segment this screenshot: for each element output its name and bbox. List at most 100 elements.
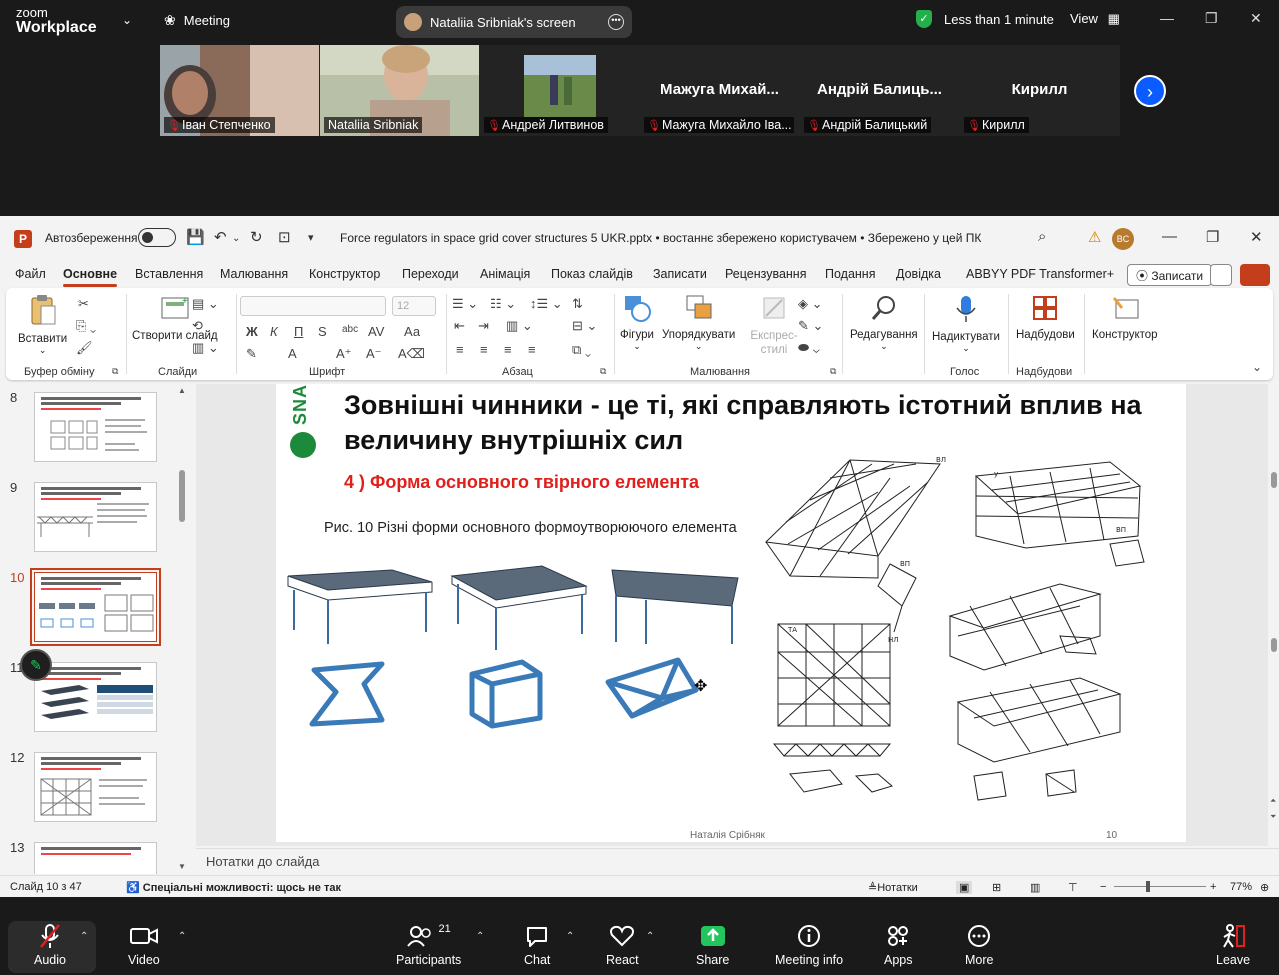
figure-caption[interactable]: Рис. 10 Різні форми основного формоутвор… [324, 518, 744, 538]
tab-insert[interactable]: Вставлення [135, 267, 203, 281]
designer-button[interactable]: Конструктор [1092, 294, 1158, 341]
paste-button[interactable]: Вставити ⌄ [18, 294, 67, 356]
zoom-out-icon[interactable]: − [1100, 881, 1106, 893]
align-right-icon[interactable]: ≡ [504, 342, 512, 357]
slide-thumbnail[interactable] [34, 482, 157, 552]
dialog-launcher-icon[interactable]: ⧉ [600, 366, 606, 377]
tab-transitions[interactable]: Переходи [402, 267, 459, 281]
save-icon[interactable]: 💾 [186, 228, 205, 246]
shapes-button[interactable]: Фігури ⌄ [620, 294, 654, 352]
shape-fill-icon[interactable]: ◈ ⌄ [798, 296, 823, 312]
slide-thumbnail[interactable] [34, 842, 157, 874]
align-text-icon[interactable]: ⊟ ⌄ [572, 318, 597, 334]
shadow-icon[interactable]: S [318, 324, 327, 339]
slideshow-icon[interactable]: ⊤ [1068, 881, 1078, 894]
collapse-ribbon-icon[interactable]: ⌄ [1252, 360, 1262, 374]
chevron-up-icon[interactable]: ⌃ [80, 931, 88, 942]
grow-font-icon[interactable]: A⁺ [336, 346, 352, 362]
decrease-indent-icon[interactable]: ⇤ [454, 318, 465, 334]
scroll-thumb[interactable] [1271, 638, 1277, 652]
strikethrough-icon[interactable]: abc [342, 324, 358, 335]
participant-tile[interactable]: Андрій Балиць... 🎙 Андрій Балицький [800, 45, 959, 136]
record-button[interactable]: ⦿ Записати [1127, 264, 1213, 286]
fit-slide-icon[interactable]: ⊕ [1260, 881, 1269, 894]
present-icon[interactable]: ⊡ [278, 228, 291, 246]
align-center-icon[interactable]: ≡ [480, 342, 488, 357]
italic-icon[interactable]: К [270, 324, 278, 339]
space-grid-models[interactable] [282, 560, 762, 740]
editing-button[interactable]: Редагування ⌄ [850, 294, 918, 352]
char-spacing-icon[interactable]: AV [368, 324, 384, 339]
undo-icon[interactable]: ↶ [214, 228, 227, 246]
chevron-up-icon[interactable]: ⌃ [566, 931, 574, 942]
participant-tile[interactable]: 🎙 Андрей Литвинов [480, 45, 639, 136]
participants-button[interactable]: 21 Participants [396, 923, 461, 967]
justify-icon[interactable]: ≡ [528, 342, 536, 357]
tab-view[interactable]: Подання [825, 267, 875, 281]
slide-thumbnail[interactable] [34, 752, 157, 822]
more-options-icon[interactable]: ••• [608, 14, 624, 30]
dialog-launcher-icon[interactable]: ⧉ [112, 366, 118, 377]
zoom-slider-thumb[interactable] [1146, 881, 1150, 892]
meeting-menu[interactable]: ❀ Meeting [164, 12, 230, 29]
participant-tile[interactable]: Мажуга Михай... 🎙 Мажуга Михайло Іва... [640, 45, 799, 136]
annotate-pen-button[interactable]: ✎ [20, 649, 52, 681]
share-screen-button[interactable]: Share [696, 923, 729, 967]
section-icon[interactable]: ▥ ⌄ [192, 340, 219, 356]
tab-slideshow[interactable]: Показ слайдів [551, 267, 633, 281]
scroll-up-icon[interactable]: ▲ [178, 386, 186, 395]
shape-outline-icon[interactable]: ✎ ⌄ [798, 318, 823, 334]
next-page-button[interactable]: › [1134, 75, 1166, 107]
zoom-level[interactable]: 77% [1230, 881, 1252, 893]
tab-animations[interactable]: Анімація [480, 267, 530, 281]
space-grid-drawings[interactable]: ВЛ у ВП НЛ ТА ВП [760, 456, 1160, 840]
security-indicator[interactable]: ✓ Less than 1 minute [916, 10, 1054, 28]
document-title[interactable]: Force regulators in space grid cover str… [340, 231, 981, 245]
accessibility-status[interactable]: ♿ Спеціальні можливості: щось не так [126, 881, 341, 894]
autosave-toggle[interactable] [138, 228, 176, 247]
restore-icon[interactable]: ❐ [1205, 10, 1218, 27]
format-painter-icon[interactable]: 🖌 [76, 340, 93, 356]
comments-button[interactable] [1210, 264, 1232, 286]
next-slide-icon[interactable]: ⏷ [1270, 812, 1276, 822]
tab-draw[interactable]: Малювання [220, 267, 288, 281]
reset-icon[interactable]: ⟲ [192, 318, 203, 334]
slide-subtitle[interactable]: 4 ) Форма основного твірного елемента [344, 472, 699, 493]
close-icon[interactable]: ✕ [1250, 228, 1263, 246]
arrange-button[interactable]: Упорядкувати ⌄ [662, 294, 735, 352]
close-icon[interactable]: ✕ [1250, 10, 1262, 27]
video-button[interactable]: Video [128, 923, 160, 967]
minimize-icon[interactable]: — [1162, 228, 1177, 245]
dictate-button[interactable]: Надиктувати ⌄ [932, 294, 1000, 354]
addins-button[interactable]: Надбудови [1016, 294, 1075, 341]
font-size-select[interactable]: 12 [392, 296, 436, 316]
slide-thumbnail-selected[interactable] [30, 568, 161, 646]
scroll-down-icon[interactable]: ▼ [178, 862, 186, 871]
slide-thumbnail[interactable] [34, 662, 157, 732]
notes-pane[interactable]: Нотатки до слайда [196, 848, 1279, 874]
numbering-icon[interactable]: ☷ ⌄ [490, 296, 516, 312]
chevron-up-icon[interactable]: ⌃ [646, 931, 654, 942]
tab-record[interactable]: Записати [653, 267, 707, 281]
bullets-icon[interactable]: ☰ ⌄ [452, 296, 478, 312]
zoom-in-icon[interactable]: + [1210, 881, 1216, 893]
highlight-icon[interactable]: ✎ [246, 346, 257, 362]
slide-canvas[interactable]: SNA Зовнішні чинники - це ті, які справл… [276, 384, 1186, 842]
tab-abbyy[interactable]: ABBYY PDF Transformer+ [966, 267, 1114, 281]
shape-effects-icon[interactable]: ⬬ ⌄ [798, 340, 820, 356]
search-icon[interactable]: ⌕ [1038, 228, 1046, 245]
smartart-icon[interactable]: ⧉ ⌄ [572, 342, 591, 358]
previous-slide-icon[interactable]: ⏶ [1270, 796, 1276, 806]
columns-icon[interactable]: ▥ ⌄ [506, 318, 533, 334]
undo-dropdown-icon[interactable]: ⌄ [232, 233, 240, 244]
reading-view-icon[interactable]: ▥ [1030, 881, 1040, 894]
thumbnails-scrollbar[interactable]: ▲ ▼ [177, 384, 187, 874]
minimize-icon[interactable]: — [1160, 10, 1174, 26]
user-avatar[interactable]: BC [1112, 228, 1134, 250]
notes-toggle[interactable]: ≜Нотатки [868, 881, 918, 894]
slide-scrollbar[interactable]: ⏶ ⏷ [1268, 384, 1279, 846]
view-button[interactable]: View ▦ [1070, 11, 1120, 27]
tab-file[interactable]: Файл [15, 267, 46, 281]
chevron-up-icon[interactable]: ⌃ [178, 931, 186, 942]
restore-icon[interactable]: ❐ [1206, 228, 1219, 246]
